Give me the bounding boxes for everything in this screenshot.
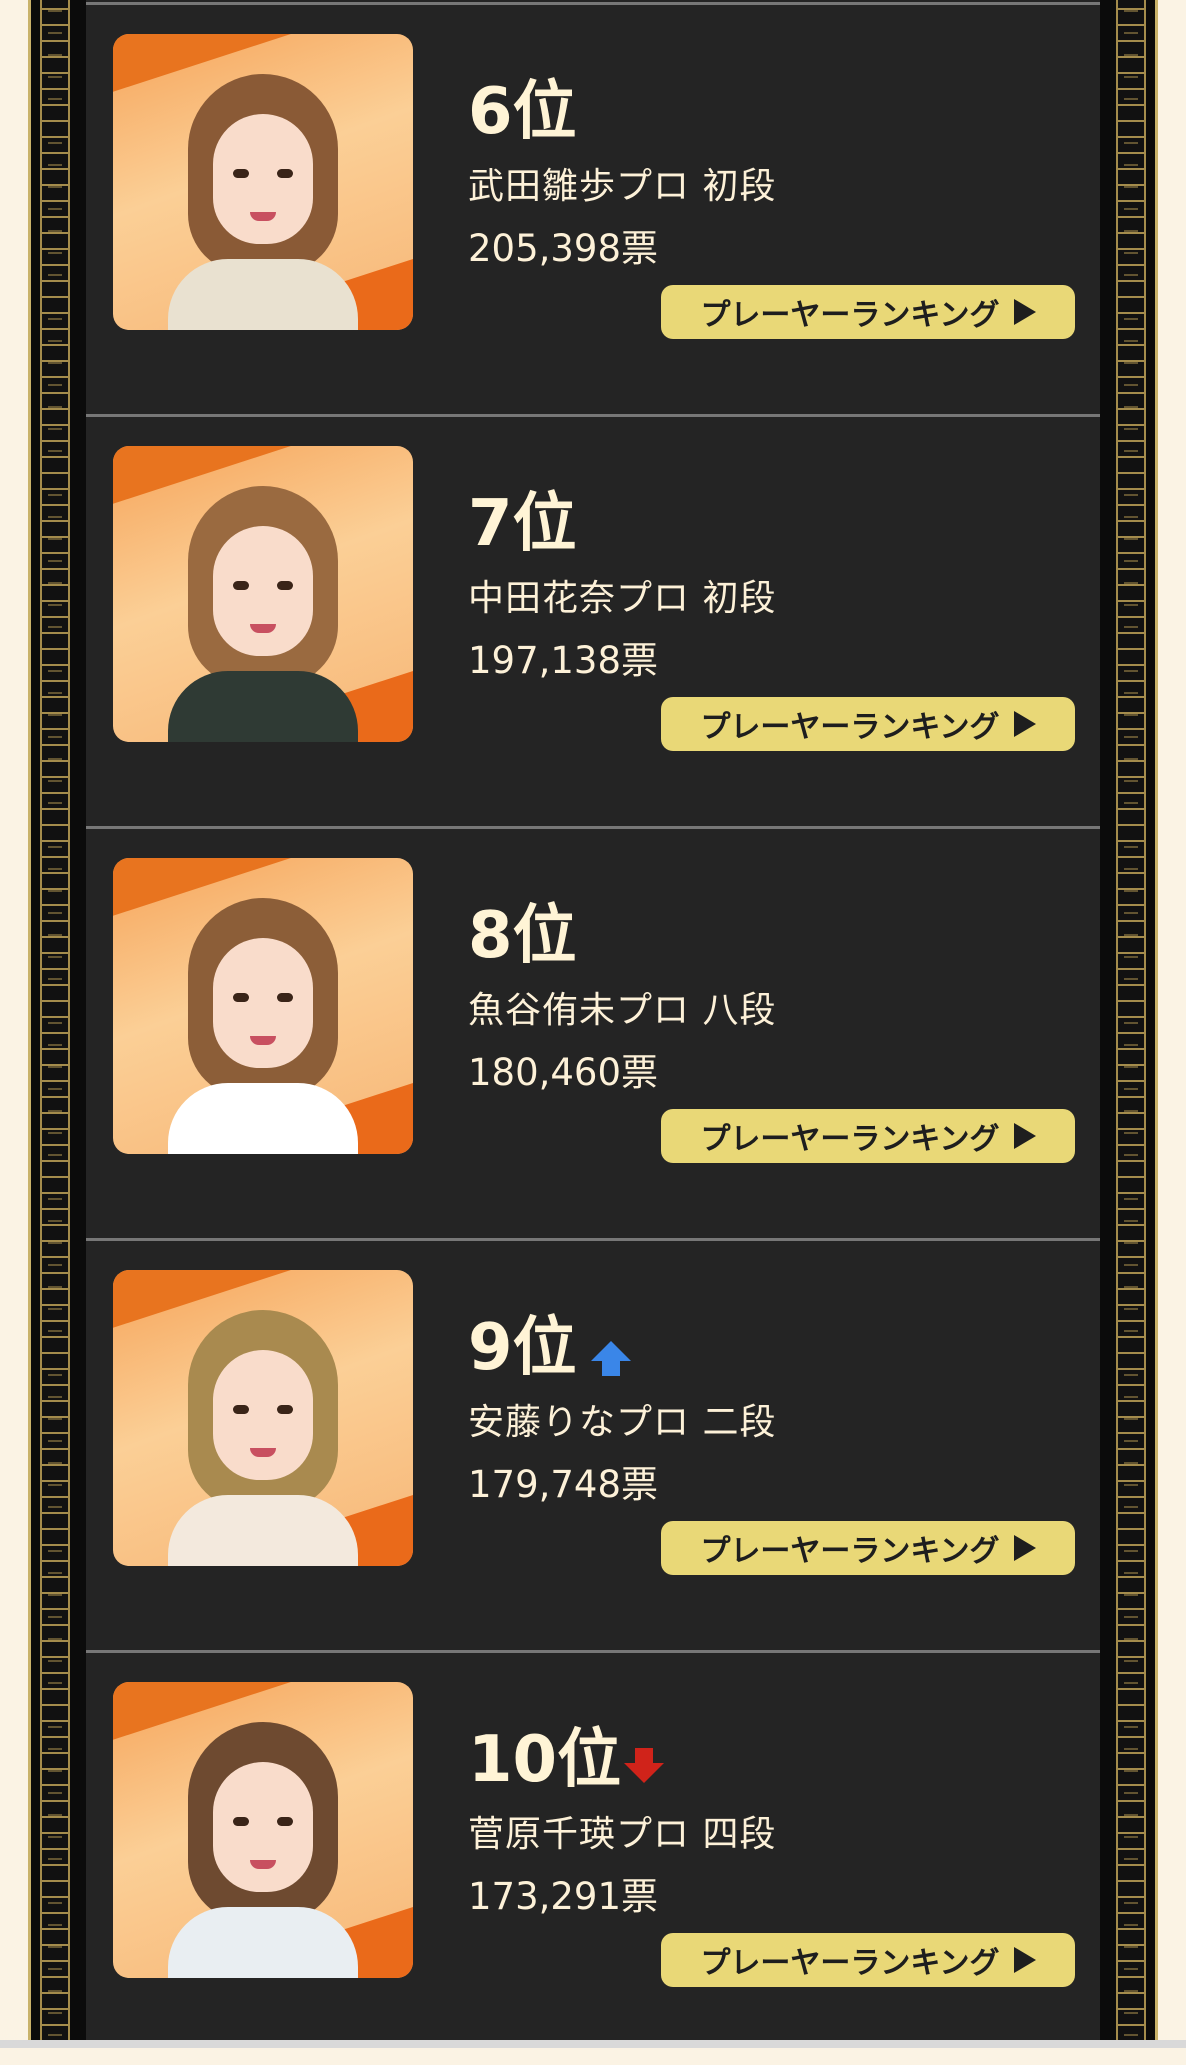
player-ranking-button[interactable]: プレーヤーランキング — [661, 1109, 1075, 1163]
player-photo — [113, 34, 413, 330]
vote-count: 173,291票 — [468, 1875, 659, 1918]
rank-label: 7位 — [468, 487, 577, 561]
rank-label: 8位 — [468, 899, 577, 973]
frame-gold-line-right — [1155, 0, 1158, 2048]
ranking-row: 8位 魚谷侑未プロ 八段 180,460票 プレーヤーランキング — [86, 826, 1100, 1241]
bottom-edge — [0, 2040, 1186, 2048]
vote-count: 179,748票 — [468, 1463, 659, 1506]
frame-gold-line-left — [28, 0, 31, 2048]
player-photo — [113, 446, 413, 742]
player-photo — [113, 858, 413, 1154]
ranking-list: 6位 武田雛歩プロ 初段 205,398票 プレーヤーランキング 7位 中田花奈… — [86, 0, 1100, 2048]
greek-key-border-left — [40, 0, 70, 2048]
rank-label: 9位 — [468, 1313, 631, 1383]
ranking-row: 6位 武田雛歩プロ 初段 205,398票 プレーヤーランキング — [86, 2, 1100, 417]
vote-count: 180,460票 — [468, 1051, 659, 1094]
play-arrow-icon — [1013, 1947, 1036, 1973]
player-name: 菅原千瑛プロ 四段 — [468, 1814, 777, 1855]
player-photo — [113, 1682, 413, 1978]
play-arrow-icon — [1013, 1123, 1036, 1149]
rank-down-arrow-icon — [624, 1748, 665, 1783]
player-ranking-button[interactable]: プレーヤーランキング — [661, 697, 1075, 751]
player-photo — [113, 1270, 413, 1566]
play-arrow-icon — [1013, 711, 1036, 737]
ranking-row: 10位 菅原千瑛プロ 四段 173,291票 プレーヤーランキング — [86, 1650, 1100, 2065]
greek-key-border-right — [1116, 0, 1146, 2048]
vote-count: 197,138票 — [468, 639, 659, 682]
player-name: 魚谷侑未プロ 八段 — [468, 990, 777, 1031]
rank-up-arrow-icon — [590, 1341, 631, 1376]
player-name: 安藤りなプロ 二段 — [468, 1402, 777, 1443]
player-ranking-button[interactable]: プレーヤーランキング — [661, 285, 1075, 339]
rank-label: 6位 — [468, 75, 577, 149]
player-ranking-button[interactable]: プレーヤーランキング — [661, 1933, 1075, 1987]
player-name: 武田雛歩プロ 初段 — [468, 166, 777, 207]
ranking-row: 9位 安藤りなプロ 二段 179,748票 プレーヤーランキング — [86, 1238, 1100, 1653]
player-ranking-button[interactable]: プレーヤーランキング — [661, 1521, 1075, 1575]
player-name: 中田花奈プロ 初段 — [468, 578, 777, 619]
rank-label: 10位 — [468, 1725, 665, 1795]
play-arrow-icon — [1013, 1535, 1036, 1561]
ranking-row: 7位 中田花奈プロ 初段 197,138票 プレーヤーランキング — [86, 414, 1100, 829]
play-arrow-icon — [1013, 299, 1036, 325]
vote-count: 205,398票 — [468, 227, 659, 270]
